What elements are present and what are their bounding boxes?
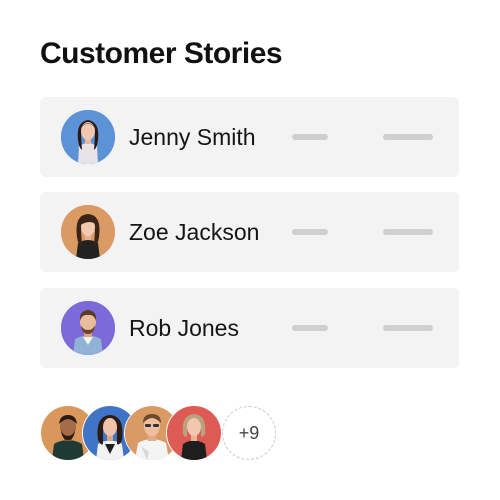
story-name: Zoe Jackson bbox=[129, 219, 260, 245]
avatar-stack: +9 bbox=[40, 405, 280, 461]
placeholder-bar bbox=[383, 229, 433, 235]
story-card-rob-jones[interactable]: Rob Jones bbox=[40, 288, 459, 368]
woman-avatar-icon bbox=[167, 406, 221, 460]
placeholder-bar bbox=[292, 229, 328, 235]
placeholder-bar bbox=[383, 134, 433, 140]
woman-avatar-icon bbox=[61, 110, 115, 164]
placeholder-bar bbox=[292, 134, 328, 140]
woman-avatar-icon bbox=[61, 205, 115, 259]
stack-avatar-4[interactable] bbox=[166, 405, 222, 461]
avatar bbox=[61, 205, 115, 259]
story-card-zoe-jackson[interactable]: Zoe Jackson bbox=[40, 192, 459, 272]
story-name: Rob Jones bbox=[129, 315, 239, 341]
more-avatars-button[interactable]: +9 bbox=[222, 406, 276, 460]
story-card-jenny-smith[interactable]: Jenny Smith bbox=[40, 97, 459, 177]
placeholder-bar bbox=[383, 325, 433, 331]
more-count: +9 bbox=[238, 422, 260, 443]
placeholder-bar bbox=[292, 325, 328, 331]
page-title: Customer Stories bbox=[40, 37, 283, 70]
man-avatar-icon bbox=[61, 301, 115, 355]
story-name: Jenny Smith bbox=[129, 124, 256, 150]
avatar bbox=[61, 301, 115, 355]
avatar bbox=[61, 110, 115, 164]
